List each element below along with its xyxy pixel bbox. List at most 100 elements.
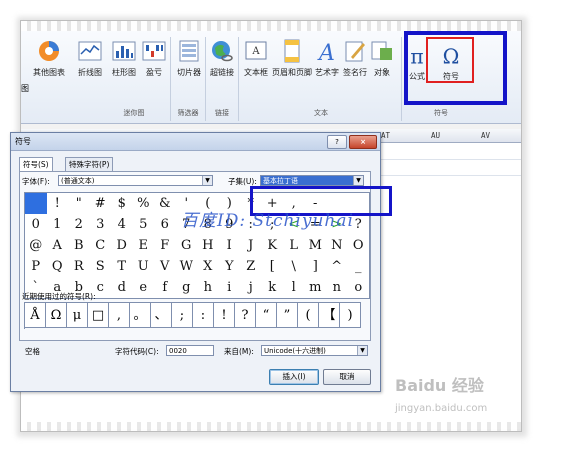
symbol-cell[interactable]: 0 [25, 214, 48, 236]
symbol-cell[interactable]: X [197, 256, 220, 278]
symbol-cell[interactable]: 1 [46, 214, 69, 236]
insert-button[interactable]: 插入(I) [269, 369, 319, 385]
symbol-cell[interactable]: 5 [132, 214, 155, 236]
font-select[interactable]: (普通文本) ▼ [58, 175, 213, 186]
column-header[interactable]: AV [481, 131, 490, 140]
recent-symbol[interactable]: 、 [151, 303, 172, 328]
symbol-cell[interactable]: H [197, 235, 220, 257]
header-footer-button[interactable]: 页眉和页脚 [271, 39, 313, 78]
symbol-cell[interactable]: & [154, 193, 177, 215]
recent-symbol[interactable]: , [109, 303, 130, 328]
sparkline-column-button[interactable]: 柱形图 [107, 39, 141, 78]
symbol-cell[interactable]: _ [347, 256, 370, 278]
recent-symbol[interactable]: ) [340, 303, 361, 328]
object-button[interactable]: 对象 [367, 39, 397, 78]
symbol-cell[interactable]: Z [240, 256, 263, 278]
symbol-cell[interactable]: h [197, 277, 220, 299]
dialog-title: 符号 [15, 137, 31, 146]
symbol-cell[interactable]: A [46, 235, 69, 257]
symbol-cell[interactable]: $ [111, 193, 134, 215]
symbol-cell[interactable]: E [132, 235, 155, 257]
symbol-cell[interactable]: F [154, 235, 177, 257]
subset-select[interactable]: 基本拉丁语 ▼ [260, 175, 364, 186]
symbol-cell[interactable]: D [111, 235, 134, 257]
symbol-cell[interactable]: I [218, 235, 241, 257]
sparkline-line-button[interactable]: 折线图 [73, 39, 107, 78]
recent-symbol[interactable]: μ [67, 303, 88, 328]
recent-symbol[interactable]: Ω [46, 303, 67, 328]
symbol-cell[interactable]: o [347, 277, 370, 299]
symbol-cell[interactable]: e [132, 277, 155, 299]
symbol-cell[interactable]: " [68, 193, 91, 215]
symbol-cell[interactable]: K [261, 235, 284, 257]
symbol-cell[interactable]: g [175, 277, 198, 299]
from-select[interactable]: Unicode(十六进制) ▼ [261, 345, 368, 356]
symbol-cell[interactable]: B [68, 235, 91, 257]
symbol-cell[interactable]: i [218, 277, 241, 299]
recent-symbol[interactable]: 【 [319, 303, 340, 328]
recent-symbol[interactable]: ” [277, 303, 298, 328]
close-button[interactable]: × [349, 135, 377, 149]
symbol-cell[interactable]: U [132, 256, 155, 278]
symbol-cell[interactable]: M [304, 235, 327, 257]
recent-symbol[interactable]: : [193, 303, 214, 328]
symbol-cell[interactable]: T [111, 256, 134, 278]
symbol-cell[interactable]: [ [261, 256, 284, 278]
symbol-cell[interactable]: J [240, 235, 263, 257]
symbol-cell[interactable]: N [326, 235, 349, 257]
tab-special-characters[interactable]: 特殊字符(P) [65, 157, 114, 171]
symbol-cell[interactable]: O [347, 235, 370, 257]
symbol-cell[interactable]: ] [304, 256, 327, 278]
symbol-cell[interactable]: f [154, 277, 177, 299]
symbol-cell-selected[interactable] [25, 193, 48, 215]
column-header[interactable]: AU [431, 131, 440, 140]
symbol-cell[interactable]: W [175, 256, 198, 278]
symbol-cell[interactable]: C [89, 235, 112, 257]
hyperlink-button[interactable]: 超链接 [206, 39, 238, 78]
symbol-cell[interactable]: S [89, 256, 112, 278]
symbol-cell[interactable]: L [283, 235, 306, 257]
symbol-cell[interactable]: l [283, 277, 306, 299]
recent-symbol[interactable]: Å [25, 303, 46, 328]
help-button[interactable]: ? [327, 135, 347, 149]
symbol-cell[interactable]: % [132, 193, 155, 215]
symbol-cell[interactable]: 2 [68, 214, 91, 236]
symbol-cell[interactable]: j [240, 277, 263, 299]
recent-symbol[interactable]: ; [172, 303, 193, 328]
symbol-cell[interactable]: Q [46, 256, 69, 278]
character-code-input[interactable]: 0020 [166, 345, 214, 356]
slicer-button[interactable]: 切片器 [173, 39, 205, 78]
symbol-cell[interactable]: # [89, 193, 112, 215]
symbol-cell[interactable]: V [154, 256, 177, 278]
symbol-cell[interactable]: 6 [154, 214, 177, 236]
recent-symbol[interactable]: 。 [130, 303, 151, 328]
other-charts-button[interactable]: 其他图表 [29, 39, 69, 78]
sparkline-winloss-button[interactable]: 盈亏 [139, 39, 169, 78]
cut-off-label: 图 [21, 84, 29, 93]
textbox-button[interactable]: A 文本框 [239, 39, 273, 78]
symbol-cell[interactable]: n [326, 277, 349, 299]
cancel-button[interactable]: 取消 [323, 369, 371, 385]
symbol-cell[interactable]: m [304, 277, 327, 299]
symbol-cell[interactable]: k [261, 277, 284, 299]
symbol-cell[interactable]: d [111, 277, 134, 299]
recent-symbol[interactable]: “ [256, 303, 277, 328]
column-header[interactable]: AT [381, 131, 390, 140]
symbol-cell[interactable]: \ [283, 256, 306, 278]
recent-symbol[interactable]: ! [214, 303, 235, 328]
tab-symbols[interactable]: 符号(S) [19, 157, 53, 172]
recent-symbol[interactable]: □ [88, 303, 109, 328]
recent-symbol[interactable]: ? [235, 303, 256, 328]
symbol-cell[interactable]: @ [25, 235, 48, 257]
symbol-cell[interactable]: ! [46, 193, 69, 215]
symbol-cell[interactable]: 3 [89, 214, 112, 236]
symbol-cell[interactable]: P [25, 256, 48, 278]
symbol-cell[interactable]: ^ [326, 256, 349, 278]
symbol-cell[interactable]: 4 [111, 214, 134, 236]
sparkline-winloss-icon [142, 41, 166, 61]
symbol-cell[interactable]: Y [218, 256, 241, 278]
symbol-cell[interactable]: R [68, 256, 91, 278]
dialog-titlebar: 符号 ? × [11, 133, 380, 151]
recent-symbol[interactable]: ( [298, 303, 319, 328]
symbol-cell[interactable]: G [175, 235, 198, 257]
